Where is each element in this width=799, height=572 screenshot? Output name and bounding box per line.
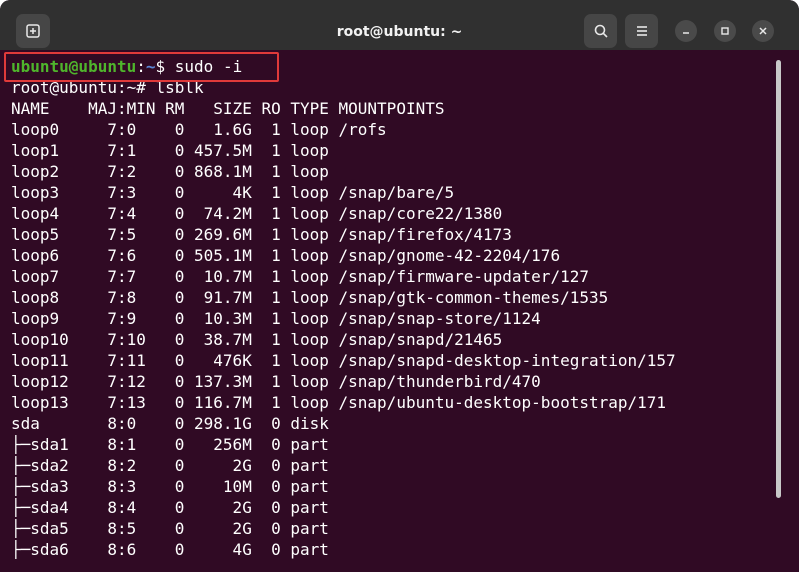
scrollbar[interactable] [776,60,781,498]
lsblk-row: ├─sda6 8:6 0 4G 0 part [11,540,329,559]
minimize-button[interactable] [675,20,697,42]
lsblk-row: loop12 7:12 0 137.3M 1 loop /snap/thunde… [11,372,541,391]
lsblk-row: ├─sda5 8:5 0 2G 0 part [11,519,329,538]
lsblk-row: loop2 7:2 0 868.1M 1 loop [11,162,329,181]
maximize-icon [721,27,729,35]
lsblk-row: sda 8:0 0 298.1G 0 disk [11,414,329,433]
lsblk-header-row: NAME MAJ:MIN RM SIZE RO TYPE MOUNTPOINTS [11,99,445,118]
terminal-output[interactable]: ubuntu@ubuntu:~$ sudo -i root@ubuntu:~# … [0,56,770,572]
search-button[interactable] [584,14,617,48]
maximize-button[interactable] [714,20,736,42]
title-bar[interactable]: root@ubuntu: ~ [0,0,799,50]
terminal-window: root@ubuntu: ~ ubuntu@ubuntu:~$ sudo -i … [0,0,799,572]
command-highlight-box [4,52,279,82]
menu-button[interactable] [625,14,658,48]
lsblk-row: loop3 7:3 0 4K 1 loop /snap/bare/5 [11,183,455,202]
lsblk-row: ├─sda3 8:3 0 10M 0 part [11,477,329,496]
lsblk-row: loop10 7:10 0 38.7M 1 loop /snap/snapd/2… [11,330,503,349]
lsblk-row: ├─sda1 8:1 0 256M 0 part [11,435,329,454]
lsblk-row: loop7 7:7 0 10.7M 1 loop /snap/firmware-… [11,267,589,286]
lsblk-row: loop0 7:0 0 1.6G 1 loop /rofs [11,120,387,139]
lsblk-row: loop5 7:5 0 269.6M 1 loop /snap/firefox/… [11,225,512,244]
close-button[interactable] [752,20,774,42]
lsblk-row: loop13 7:13 0 116.7M 1 loop /snap/ubuntu… [11,393,667,412]
lsblk-row: ├─sda4 8:4 0 2G 0 part [11,498,329,517]
close-icon [759,27,767,35]
lsblk-row: loop9 7:9 0 10.3M 1 loop /snap/snap-stor… [11,309,541,328]
lsblk-row: ├─sda2 8:2 0 2G 0 part [11,456,329,475]
lsblk-row: loop8 7:8 0 91.7M 1 loop /snap/gtk-commo… [11,288,609,307]
hamburger-menu-icon [636,26,647,36]
lsblk-row: loop6 7:6 0 505.1M 1 loop /snap/gnome-42… [11,246,561,265]
minimize-icon [683,32,689,34]
lsblk-row: loop4 7:4 0 74.2M 1 loop /snap/core22/13… [11,204,503,223]
lsblk-row: loop11 7:11 0 476K 1 loop /snap/snapd-de… [11,351,676,370]
search-icon [594,24,608,38]
lsblk-row: loop1 7:1 0 457.5M 1 loop [11,141,329,160]
